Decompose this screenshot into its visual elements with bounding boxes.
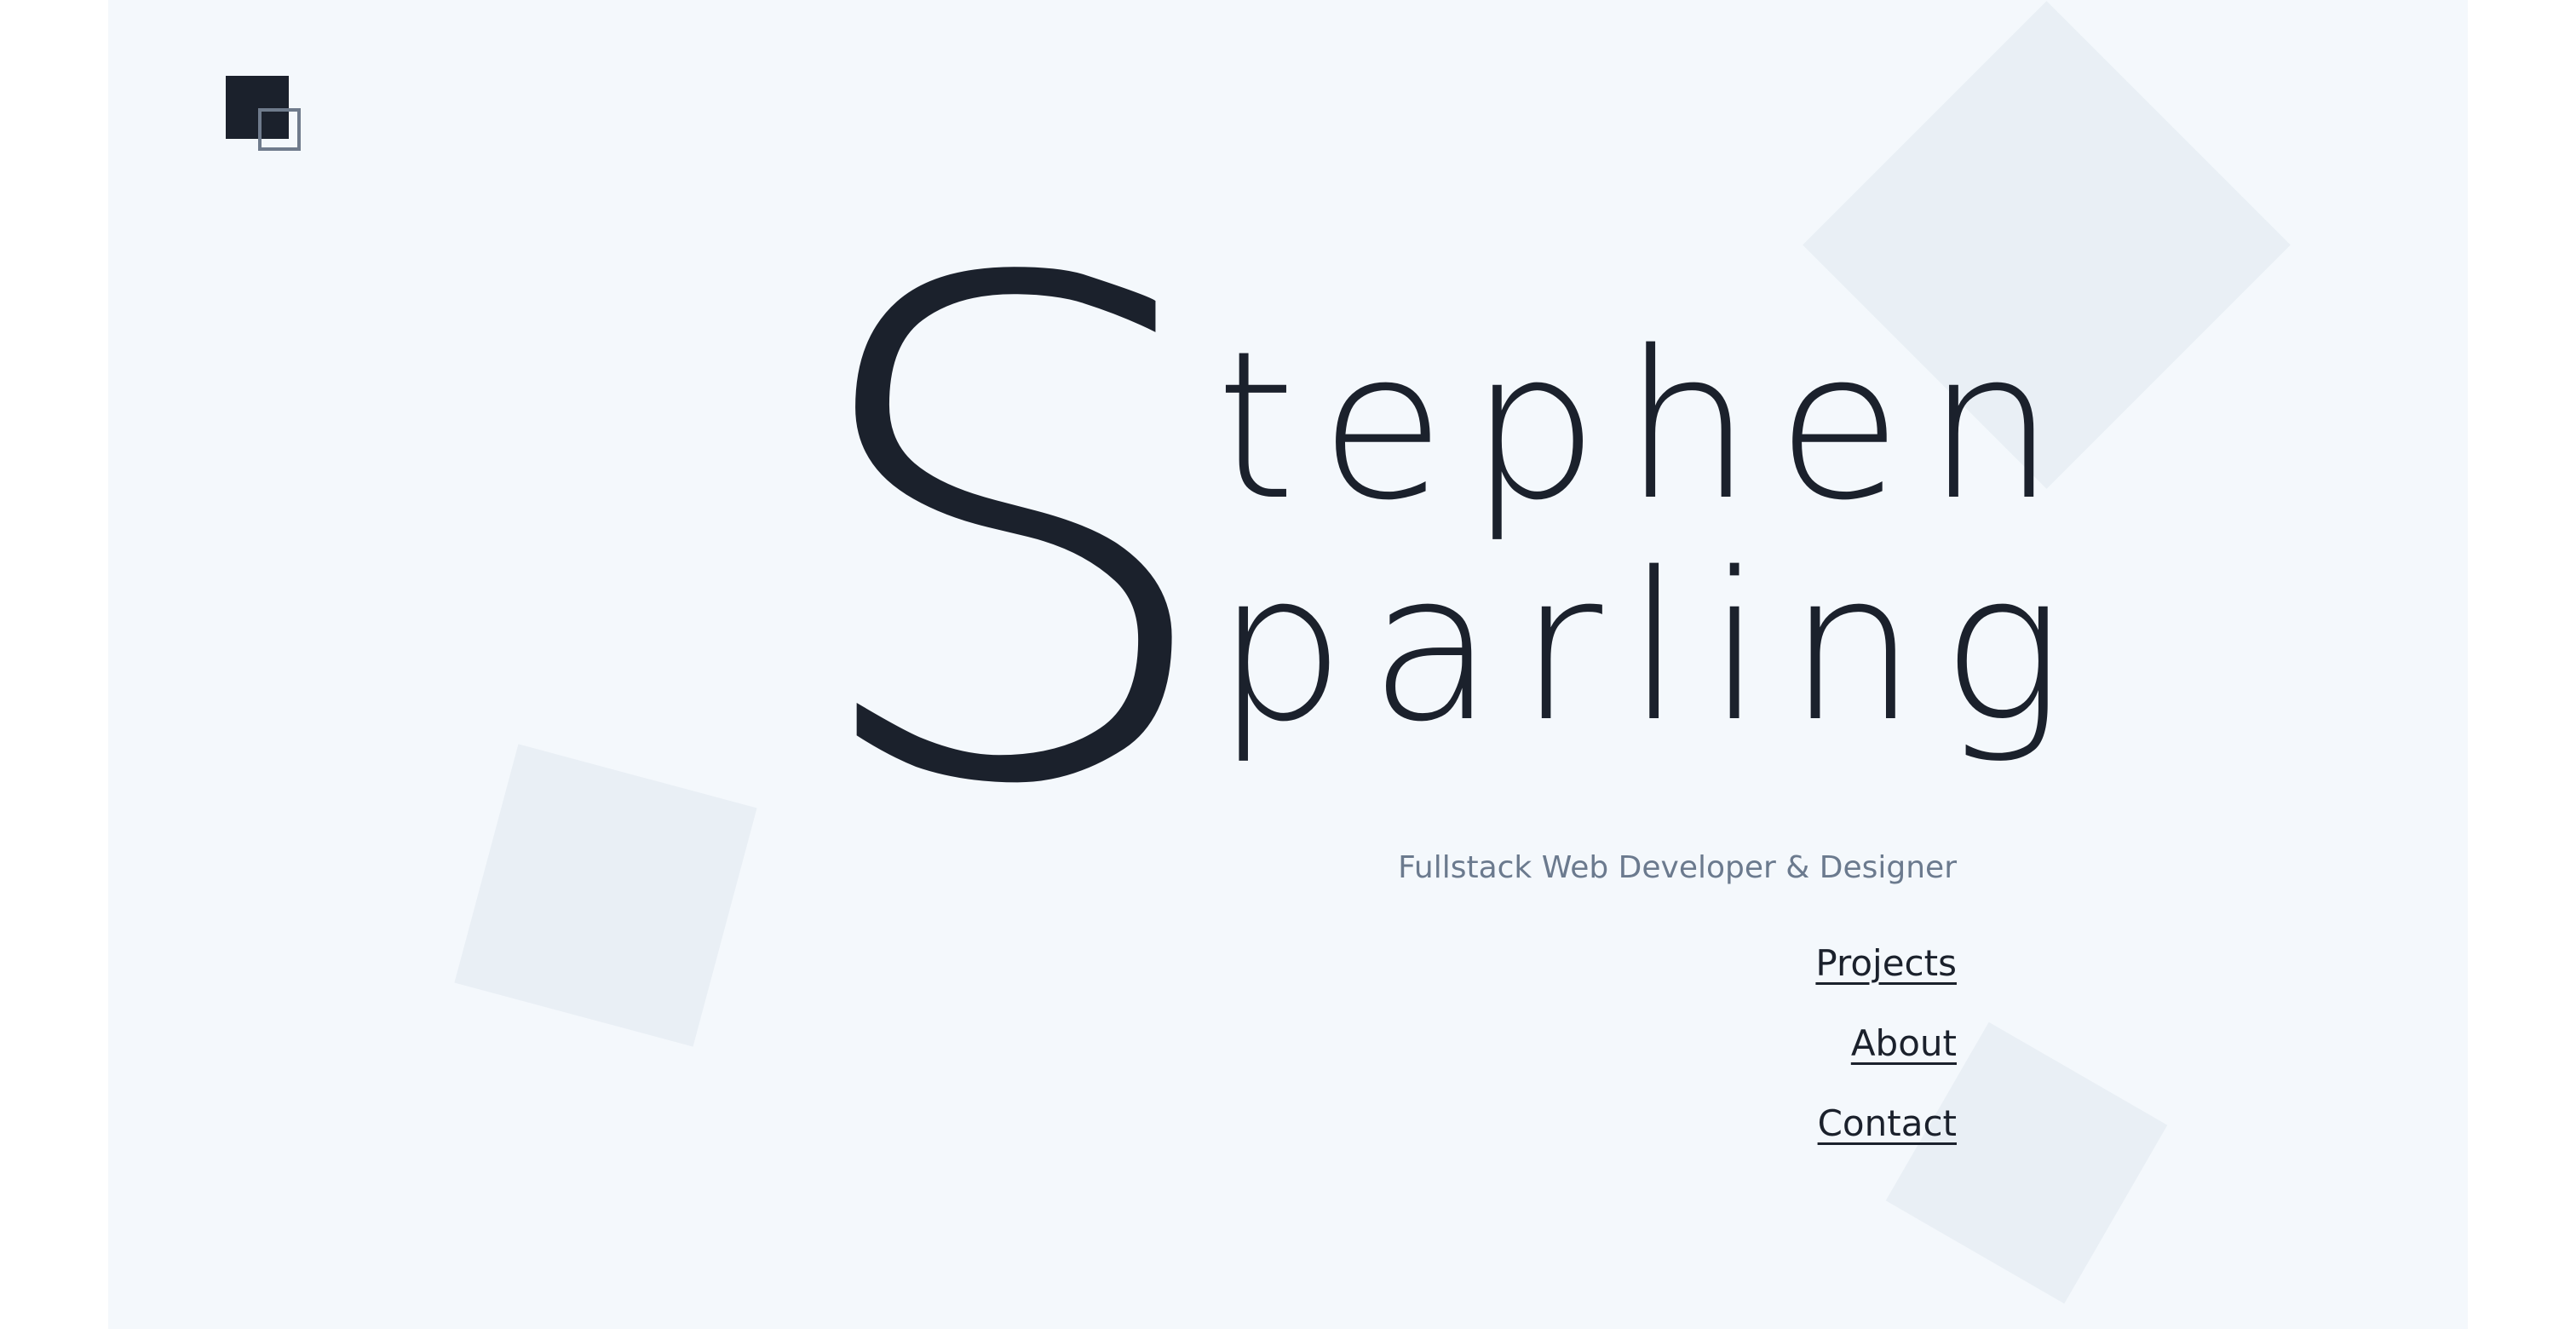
- logo-outline-square: [258, 108, 301, 151]
- hero-initial: S: [795, 140, 1228, 934]
- nav-contact-link[interactable]: Contact: [1815, 1102, 1957, 1146]
- hero-line-two: parling: [1216, 528, 2088, 767]
- main-nav: Projects About Contact: [1815, 941, 1957, 1182]
- hero-title: S tephen parling: [704, 196, 2064, 877]
- hero-line-one: tephen: [1216, 307, 2079, 545]
- page-canvas: S tephen parling Fullstack Web Developer…: [108, 0, 2468, 1329]
- nav-about-link[interactable]: About: [1815, 1021, 1957, 1066]
- site-logo-icon[interactable]: [226, 76, 308, 158]
- tagline: Fullstack Web Developer & Designer: [1398, 850, 1957, 885]
- nav-projects-link[interactable]: Projects: [1815, 941, 1957, 986]
